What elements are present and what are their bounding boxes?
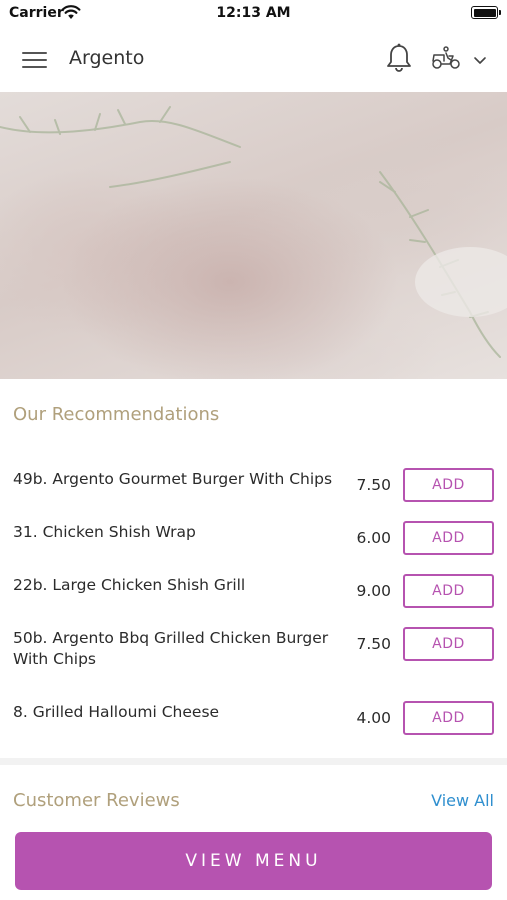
bell-icon[interactable] xyxy=(385,42,413,74)
item-name: 8. Grilled Halloumi Cheese xyxy=(13,703,220,721)
add-button[interactable]: ADD xyxy=(403,627,494,661)
item-price: 7.50 xyxy=(356,476,391,494)
item-price: 6.00 xyxy=(356,529,391,547)
carrier-label: Carrier xyxy=(9,5,64,21)
restaurant-hero-image xyxy=(0,92,507,379)
add-button[interactable]: ADD xyxy=(403,574,494,608)
item-name: 22b. Large Chicken Shish Grill xyxy=(13,576,246,594)
menu-icon[interactable] xyxy=(22,50,48,70)
delivery-mode-selector[interactable] xyxy=(430,44,492,74)
item-price: 7.50 xyxy=(356,635,391,653)
wifi-icon xyxy=(61,5,81,24)
delivery-scooter-icon xyxy=(432,46,460,69)
status-bar: Carrier 12:13 AM xyxy=(0,0,507,28)
app-header: Argento xyxy=(0,28,507,92)
recommendations-title: Our Recommendations xyxy=(13,404,220,425)
add-button[interactable]: ADD xyxy=(403,701,494,735)
view-all-reviews-link[interactable]: View All xyxy=(431,791,494,810)
reviews-title: Customer Reviews xyxy=(13,790,180,811)
page-title: Argento xyxy=(69,47,145,69)
add-button[interactable]: ADD xyxy=(403,521,494,555)
section-divider xyxy=(0,758,507,765)
battery-icon xyxy=(471,6,501,19)
item-name: 49b. Argento Gourmet Burger With Chips xyxy=(13,470,333,488)
item-name: 31. Chicken Shish Wrap xyxy=(13,523,196,541)
item-price: 4.00 xyxy=(356,709,391,727)
view-menu-button[interactable]: VIEW MENU xyxy=(15,832,492,890)
item-price: 9.00 xyxy=(356,582,391,600)
item-name: 50b. Argento Bbq Grilled Chicken Burger … xyxy=(13,629,329,668)
chevron-down-icon xyxy=(474,57,486,64)
add-button[interactable]: ADD xyxy=(403,468,494,502)
